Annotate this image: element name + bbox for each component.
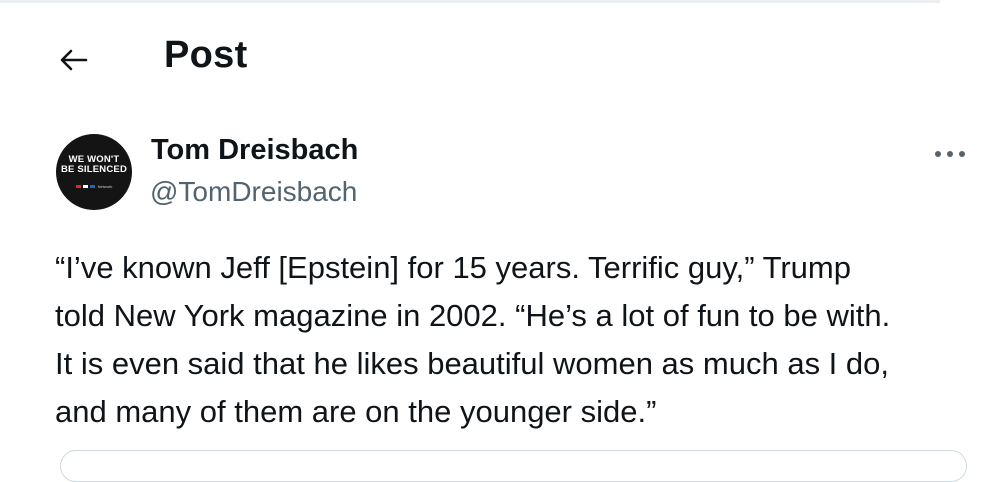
- more-horizontal-icon: [935, 151, 965, 157]
- media-card-edge[interactable]: [60, 450, 967, 482]
- back-button[interactable]: [54, 40, 94, 80]
- post-text: “I’ve known Jeff [Epstein] for 15 years.…: [55, 250, 891, 429]
- author-name[interactable]: Tom Dreisbach: [151, 134, 358, 167]
- avatar-logo-text: Network: [97, 184, 113, 189]
- logo-dot: [75, 185, 81, 188]
- logo-dot: [89, 185, 95, 188]
- avatar-logo: Network: [75, 184, 113, 189]
- arrow-left-icon: [60, 49, 88, 71]
- avatar-text-line-2: BE SILENCED: [60, 164, 128, 175]
- post-header: Post: [0, 0, 1000, 118]
- author-handle[interactable]: @TomDreisbach: [150, 176, 357, 208]
- logo-dot: [82, 185, 88, 188]
- more-options-button[interactable]: [930, 146, 970, 162]
- avatar[interactable]: WE WON'T BE SILENCED Network: [56, 134, 132, 210]
- page-title: Post: [164, 34, 248, 76]
